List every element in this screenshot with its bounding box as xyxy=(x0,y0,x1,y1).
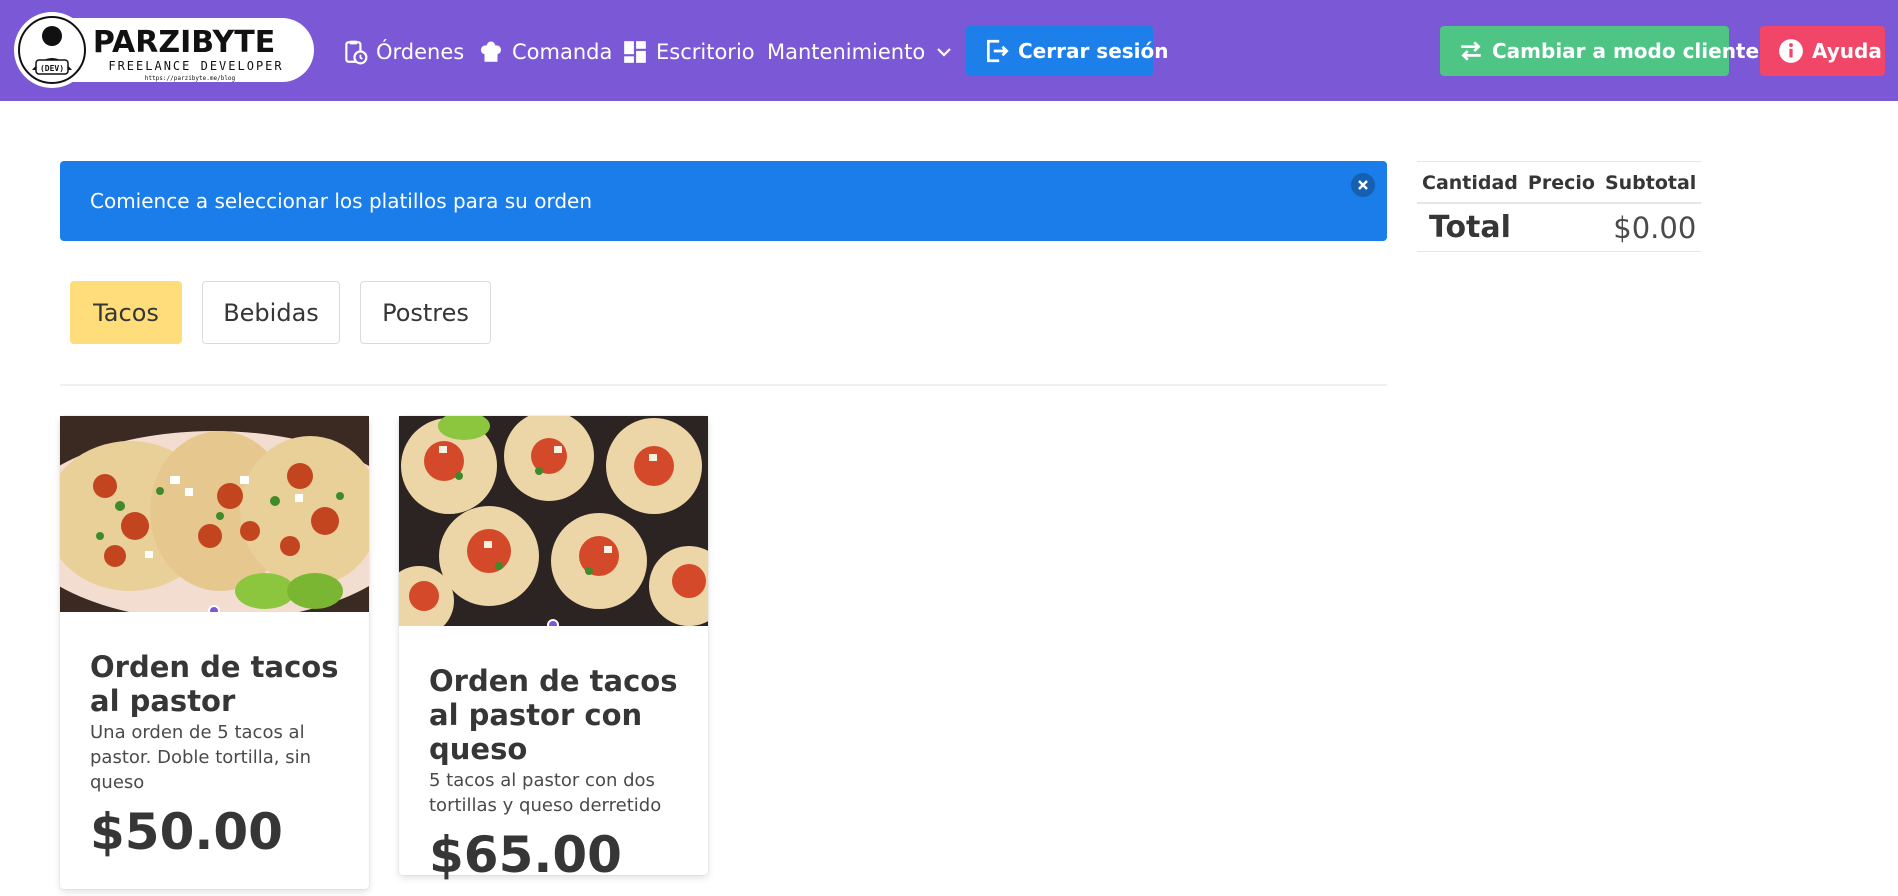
help-label: Ayuda xyxy=(1812,39,1882,63)
carousel-dot[interactable] xyxy=(208,605,220,612)
logo-name: PARZIBYTE xyxy=(93,25,275,60)
logo-url: https://parzibyte.me/blog xyxy=(145,75,236,82)
logout-label: Cerrar sesión xyxy=(1018,39,1169,63)
header-cantidad: Cantidad xyxy=(1417,161,1523,204)
nav-escritorio[interactable]: Escritorio xyxy=(622,36,755,68)
tab-bebidas[interactable]: Bebidas xyxy=(202,281,340,344)
tab-postres-label: Postres xyxy=(382,298,469,327)
total-spacer xyxy=(1522,203,1600,252)
tab-postres[interactable]: Postres xyxy=(360,281,491,344)
product-card[interactable]: Orden de tacos al pastor Una orden de 5 … xyxy=(60,416,369,889)
logo-subtitle: FREELANCE DEVELOPER xyxy=(108,59,283,73)
product-description: 5 tacos al pastor con dos tortillas y qu… xyxy=(429,770,662,816)
divider xyxy=(60,384,1387,386)
product-title: Orden de tacos al pastor xyxy=(90,650,339,718)
logout-button[interactable]: Cerrar sesión xyxy=(966,26,1169,76)
close-icon[interactable] xyxy=(1351,173,1375,197)
product-image xyxy=(399,416,708,626)
notification-banner: Comience a seleccionar los platillos par… xyxy=(60,161,1387,241)
product-title: Orden de tacos al pastor con queso xyxy=(429,664,678,766)
nav-mantenimiento-dropdown[interactable]: Mantenimiento xyxy=(767,36,953,68)
swap-arrows-icon xyxy=(1458,38,1484,64)
product-image xyxy=(60,416,369,612)
help-button[interactable]: Ayuda xyxy=(1760,26,1885,76)
nav-ordenes-label: Órdenes xyxy=(376,40,465,64)
nav-mantenimiento-label: Mantenimiento xyxy=(767,40,926,64)
total-label: Total xyxy=(1417,203,1523,252)
table-header-row: Cantidad Precio Subtotal xyxy=(1417,161,1702,204)
nav-comanda-label: Comanda xyxy=(512,40,613,64)
order-summary-table: Cantidad Precio Subtotal Total $0.00 xyxy=(1417,161,1702,252)
client-mode-button[interactable]: Cambiar a modo cliente xyxy=(1440,26,1759,76)
product-price: $50.00 xyxy=(90,803,283,861)
carousel-dot[interactable] xyxy=(547,619,559,626)
parzibyte-logo[interactable]: (DEV) PARZIBYTE FREELANCE DEVELOPER http… xyxy=(14,10,316,90)
product-price: $65.00 xyxy=(429,826,622,884)
nav-escritorio-label: Escritorio xyxy=(656,40,755,64)
nav-comanda[interactable]: Comanda xyxy=(478,36,612,68)
tab-tacos[interactable]: Tacos xyxy=(70,281,182,344)
navbar: (DEV) PARZIBYTE FREELANCE DEVELOPER http… xyxy=(0,0,1898,101)
total-row: Total $0.00 xyxy=(1417,203,1702,252)
header-subtotal: Subtotal xyxy=(1599,161,1702,204)
product-card[interactable]: Orden de tacos al pastor con queso 5 tac… xyxy=(399,416,708,884)
client-mode-label: Cambiar a modo cliente xyxy=(1492,39,1760,63)
info-circle-icon xyxy=(1778,38,1804,64)
nav-ordenes[interactable]: Órdenes xyxy=(342,36,464,68)
logo-badge: (DEV) xyxy=(40,64,64,73)
logout-icon xyxy=(984,38,1010,64)
tab-bebidas-label: Bebidas xyxy=(223,298,319,327)
chevron-down-icon xyxy=(935,43,953,61)
tab-tacos-label: Tacos xyxy=(93,298,159,327)
notification-message: Comience a seleccionar los platillos par… xyxy=(90,189,593,213)
total-value: $0.00 xyxy=(1599,203,1702,252)
clipboard-clock-icon xyxy=(342,39,368,65)
chef-hat-icon xyxy=(478,39,504,65)
header-precio: Precio xyxy=(1522,161,1600,204)
product-description: Una orden de 5 tacos al pastor. Doble to… xyxy=(90,722,311,793)
dashboard-icon xyxy=(622,39,648,65)
